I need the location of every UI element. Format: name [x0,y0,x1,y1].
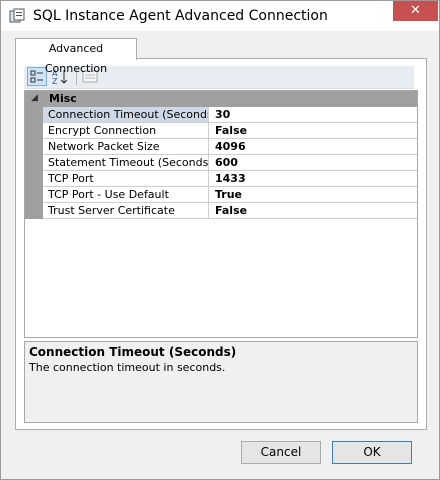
description-title: Connection Timeout (Seconds) [29,345,237,359]
property-row[interactable]: Connection Timeout (Seconds) 30 [43,107,417,123]
category-gutter [25,107,43,219]
property-name: Encrypt Connection [43,123,209,138]
close-button[interactable]: ✕ [393,1,438,21]
property-row[interactable]: Trust Server Certificate False [43,203,417,219]
property-name: Statement Timeout (Seconds) [43,155,209,170]
title-bar[interactable]: SQL Instance Agent Advanced Connection S… [1,1,439,31]
property-row[interactable]: Network Packet Size 4096 [43,139,417,155]
property-row[interactable]: TCP Port - Use Default True [43,187,417,203]
property-name: TCP Port - Use Default [43,187,209,202]
description-text: The connection timeout in seconds. [29,361,226,374]
app-icon [9,8,25,24]
close-icon: ✕ [410,3,421,18]
property-value[interactable]: False [210,203,417,218]
dialog-window: SQL Instance Agent Advanced Connection S… [0,0,440,480]
property-value[interactable]: True [210,187,417,202]
property-grid: ◢ Misc Connection Timeout (Seconds) 30 E… [24,90,418,338]
property-value[interactable]: 600 [210,155,417,170]
property-row[interactable]: Statement Timeout (Seconds) 600 [43,155,417,171]
category-misc[interactable]: ◢ Misc [25,91,417,107]
description-pane: Connection Timeout (Seconds) The connect… [24,341,418,423]
property-row[interactable]: Encrypt Connection False [43,123,417,139]
tab-panel: A Z ◢ Misc Conne [15,58,427,430]
property-name: Network Packet Size [43,139,209,154]
property-name: Trust Server Certificate [43,203,209,218]
collapse-triangle-icon[interactable]: ◢ [31,93,38,103]
property-name: Connection Timeout (Seconds) [43,107,209,122]
window-title: SQL Instance Agent Advanced Connection S… [33,8,333,24]
tab-advanced-connection[interactable]: Advanced Connection [15,38,137,75]
property-name: TCP Port [43,171,209,186]
property-row[interactable]: TCP Port 1433 [43,171,417,187]
ok-button[interactable]: OK [332,441,412,464]
property-value[interactable]: False [210,123,417,138]
category-label: Misc [49,92,77,105]
property-value[interactable]: 1433 [210,171,417,186]
property-value[interactable]: 30 [210,107,417,122]
property-value[interactable]: 4096 [210,139,417,154]
cancel-button[interactable]: Cancel [241,441,321,464]
